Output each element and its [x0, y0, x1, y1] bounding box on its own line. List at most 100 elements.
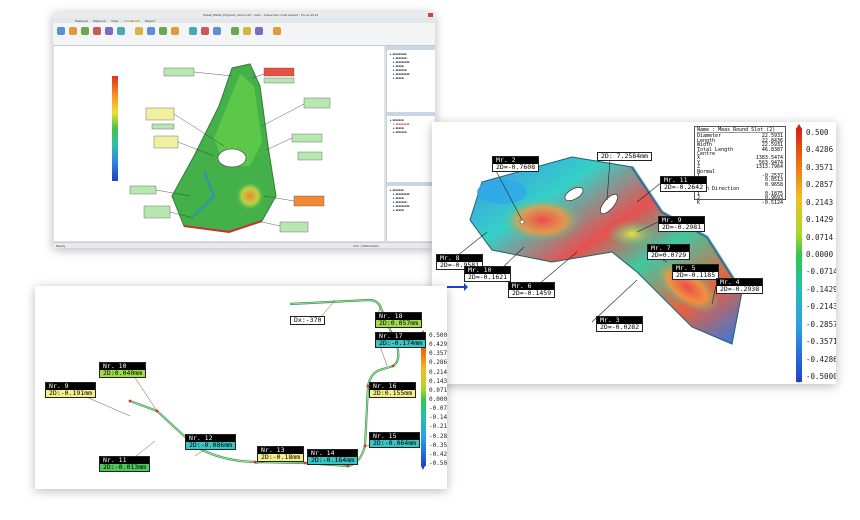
profile-tag[interactable]: Nr. 11 2D:-0.013mm — [99, 456, 151, 472]
deviation-map-panel: Name : Meas_Round Slot (2) Diameter 22.59… — [432, 122, 836, 384]
feature-tree-panel: ▸ ▬▬▬▬▬ ▸ ▬▬▬▬ ▸ ▬▬▬▬▬ ▸ ▬▬▬ ▸ ▬▬▬▬ ▸ ▬▬… — [386, 46, 435, 241]
ribbon-button[interactable] — [189, 27, 197, 35]
scale-tick-label: -0.214 — [429, 423, 447, 431]
scale-tick-label: 0.2857 — [806, 180, 834, 190]
scale-tick-label: -0.5000 — [806, 372, 836, 381]
profile-tag[interactable]: Nr. 17 2D:-0.174mm — [375, 332, 427, 348]
scale-tick-label: 0.2143 — [806, 197, 834, 207]
scale-tick-label: 0.0000 — [806, 250, 834, 259]
scale-tick-label: 0.357 — [429, 350, 447, 358]
ribbon-button[interactable] — [57, 27, 65, 35]
ribbon-button[interactable] — [231, 27, 239, 35]
info-value: -0.5124 — [761, 199, 783, 206]
scale-tick-label: 0.000 — [429, 396, 447, 403]
scale-tick-label: -0.3571 — [806, 337, 836, 347]
scale-tick-label: 0.3571 — [806, 162, 834, 172]
info-value: 0.9658 — [764, 181, 783, 188]
scale-tick-label: 0.214 — [429, 368, 447, 376]
ribbon-button[interactable] — [273, 27, 281, 35]
scale-tick-label: -0.500 — [429, 460, 447, 467]
scale-tick-label: 0.071 — [429, 386, 447, 394]
close-icon[interactable] — [428, 13, 433, 17]
window-title: Sheet_Metal_Program_demo.cbf - Cam - Ins… — [203, 13, 319, 17]
info-row: K -0.5124 — [697, 199, 783, 206]
ribbon-button[interactable] — [147, 27, 155, 35]
profile-tag[interactable]: Nr. 13 2D:-0.18mm — [257, 446, 305, 462]
scale-tick-label: 0.500 — [806, 128, 829, 137]
scale-tick-label: 0.143 — [429, 377, 447, 385]
ribbon-button[interactable] — [93, 27, 101, 35]
measurement-tag[interactable]: Mr. 11 2D=-0.2642 — [660, 176, 708, 192]
ribbon-button[interactable] — [135, 27, 143, 35]
scale-tick-label: -0.286 — [429, 432, 447, 440]
ribbon-button[interactable] — [159, 27, 167, 35]
app-window: Sheet_Metal_Program_demo.cbf - Cam - Ins… — [53, 12, 435, 248]
panel-header — [387, 182, 435, 186]
scale-tick-label: 0.500 — [429, 332, 447, 339]
tree-item[interactable]: ▸ ▬▬▬▬ — [393, 130, 407, 134]
profile-tag[interactable]: Nr. 14 2D:-0.164mm — [307, 449, 359, 465]
part-model-view — [112, 63, 331, 234]
scale-tick-label: -0.071 — [429, 405, 447, 413]
deviation-color-scale — [796, 128, 802, 382]
status-left: Ready — [56, 244, 66, 248]
profile-tag[interactable]: Nr. 9 2D:-0.191mm — [45, 382, 97, 398]
profile-tag[interactable]: Nr. 18 2D:0.057mm — [375, 312, 423, 328]
measurement-tag[interactable]: Mr. 6 2D=-0.1459 — [508, 282, 556, 298]
scale-tick-label: -0.143 — [429, 414, 447, 422]
profile-dimension-tag[interactable]: Dx:-370 — [290, 316, 326, 325]
measurement-tag[interactable]: Mr. 4 2D=-0.2938 — [716, 278, 764, 294]
profile-deviation-panel: 0.500 0.429 0.357 0.286 0.214 0.143 0.071 0.000… — [35, 286, 447, 489]
profile-tag[interactable]: Nr. 12 2D:-0.086mm — [185, 434, 237, 450]
status-right: Inch / Millimeters — [353, 244, 379, 248]
tree-item[interactable]: ▸ ▬▬▬ — [393, 208, 404, 212]
measurement-tag[interactable]: Mr. 7 2D=0.0729 — [647, 244, 691, 260]
status-bar: Ready Inch / Millimeters — [53, 242, 435, 248]
scale-tick-label: -0.0714 — [806, 267, 836, 277]
profile-scale-arrow-down — [421, 466, 425, 470]
ribbon-button[interactable] — [81, 27, 89, 35]
scale-tick-label: -0.357 — [429, 441, 447, 449]
ribbon-button[interactable] — [117, 27, 125, 35]
deviation-scale-bar — [112, 76, 118, 181]
profile-color-scale — [421, 334, 426, 466]
measurement-tag[interactable]: Mr. 10 2D=-0.1621 — [464, 266, 512, 282]
ribbon-button[interactable] — [105, 27, 113, 35]
panel-header — [387, 112, 435, 116]
tree-item[interactable]: ▸ ▬▬▬ — [393, 76, 404, 80]
scale-tick-label: 0.429 — [429, 341, 447, 349]
scale-tick-label: -0.1429 — [806, 284, 836, 294]
panel-header — [387, 46, 435, 50]
profile-tag[interactable]: Nr. 15 2D:-0.064mm — [369, 432, 421, 448]
ribbon-button[interactable] — [69, 27, 77, 35]
scale-tick-label: -0.4286 — [806, 354, 836, 364]
info-value: 1313.7964 — [755, 164, 783, 171]
scale-tick-label: 0.0714 — [806, 232, 834, 242]
scale-tick-label: 0.286 — [429, 359, 447, 367]
info-key: K — [697, 199, 701, 206]
scale-tick-label: 0.4286 — [806, 145, 834, 155]
profile-tag[interactable]: Nr. 10 2D:0.040mm — [99, 362, 147, 378]
scale-tick-label: -0.429 — [429, 450, 447, 458]
measurement-tag[interactable]: Mr. 3 2D=-0.0282 — [596, 316, 644, 332]
3d-viewport[interactable] — [54, 46, 384, 241]
ribbon-button[interactable] — [171, 27, 179, 35]
ribbon — [53, 23, 435, 46]
scale-tick-label: 0.1429 — [806, 215, 834, 225]
ribbon-button[interactable] — [213, 27, 221, 35]
measurement-tag[interactable]: Mr. 2 2D=-0.7608 — [492, 156, 540, 172]
info-rows: Diameter 22.5931 Length 22.8436 Width 22.5931… — [697, 134, 783, 206]
ribbon-button[interactable] — [201, 27, 209, 35]
measurement-tag[interactable]: Mr. 5 2D=-0.1185 — [672, 264, 720, 280]
measurement-tag[interactable]: 2D: 7.2584mm — [597, 152, 652, 161]
profile-tag[interactable]: Nr. 16 2D:0.155mm — [369, 382, 417, 398]
scale-arrow-down — [796, 378, 802, 383]
info-value: 46.8387 — [761, 146, 783, 153]
ribbon-button[interactable] — [243, 27, 251, 35]
ribbon-button[interactable] — [255, 27, 263, 35]
scale-tick-label: -0.2857 — [806, 319, 836, 329]
measurement-tag[interactable]: Mr. 9 2D=-0.2981 — [658, 216, 706, 232]
feature-info-box: Name : Meas_Round Slot (2) Diameter 22.59… — [694, 126, 786, 205]
scale-arrow-up — [796, 124, 802, 129]
scale-tick-label: -0.2143 — [806, 302, 836, 312]
